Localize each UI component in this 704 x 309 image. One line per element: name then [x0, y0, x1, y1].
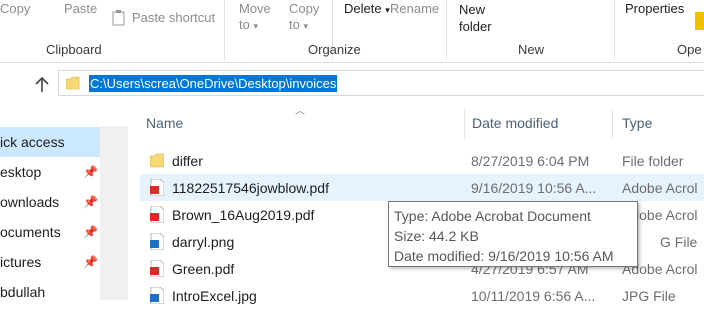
nav-item-documents[interactable]: ocuments 📌	[0, 217, 110, 247]
list-item[interactable]: differ 8/27/2019 6:04 PM File folder	[140, 147, 704, 174]
pdf-icon	[150, 206, 164, 223]
list-item[interactable]: 11822517546jowblow.pdf 9/16/2019 10:56 A…	[140, 174, 704, 201]
nav-item-label: ick access	[0, 134, 65, 150]
copy-to-label-2: to	[289, 17, 300, 32]
group-open: Ope	[677, 42, 702, 57]
ribbon: Copy Paste Paste shortcut Move to ▾ Copy…	[0, 0, 704, 63]
file-type: G File	[660, 234, 698, 250]
column-header-date-modified[interactable]: Date modified	[472, 105, 558, 141]
chevron-down-icon: ▾	[303, 21, 308, 31]
address-path[interactable]: C:\Users\screa\OneDrive\Desktop\invoices	[89, 75, 338, 92]
group-new: New	[518, 42, 545, 57]
file-tooltip: Type: Adobe Acrobat Document Size: 44.2 …	[388, 201, 638, 267]
file-type: Adobe Acrol	[622, 180, 698, 196]
new-folder-label-2: folder	[459, 19, 492, 34]
nav-item-label: esktop	[0, 164, 42, 180]
copy-to-label: Copy	[289, 1, 320, 16]
sort-ascending-icon: ︿	[295, 106, 305, 117]
new-folder-label: New	[459, 2, 486, 17]
paste-shortcut-button[interactable]: Paste shortcut	[112, 10, 216, 26]
column-header-label: Type	[622, 115, 653, 131]
divider	[446, 0, 447, 60]
file-name: differ	[172, 153, 203, 169]
image-icon	[150, 233, 164, 250]
file-name: Brown_16Aug2019.pdf	[172, 207, 315, 223]
nav-scrollbar[interactable]	[100, 126, 128, 300]
address-row: C:\Users\screa\OneDrive\Desktop\invoices	[0, 63, 704, 105]
new-folder-button[interactable]: New folder	[459, 1, 492, 35]
folder-icon	[150, 153, 164, 168]
nav-item-user[interactable]: bdullah	[0, 277, 110, 307]
rename-button[interactable]: Rename	[390, 1, 439, 16]
pin-icon: 📌	[83, 165, 98, 179]
nav-item-label: ownloads	[0, 194, 60, 210]
nav-item-label: ictures	[0, 254, 42, 270]
group-clipboard: Clipboard	[46, 42, 102, 57]
nav-item-label: bdullah	[0, 284, 46, 300]
move-to-label: Move	[239, 1, 271, 16]
rename-label: Rename	[390, 1, 440, 16]
file-name: IntroExcel.jpg	[172, 288, 257, 304]
nav-item-desktop[interactable]: esktop 📌	[0, 157, 110, 187]
open-icon	[695, 12, 704, 30]
nav-item-label: ocuments	[0, 224, 61, 240]
chevron-down-icon: ▾	[253, 21, 258, 31]
copy-to-button[interactable]: Copy to ▾	[289, 1, 319, 34]
properties-button[interactable]: Properties	[625, 1, 684, 16]
paste-shortcut-label: Paste shortcut	[132, 10, 216, 25]
folder-icon	[66, 76, 80, 90]
move-to-label-2: to	[239, 17, 250, 32]
pdf-icon	[150, 260, 164, 277]
file-name: Green.pdf	[172, 261, 235, 277]
delete-button[interactable]: Delete ▾	[344, 1, 390, 16]
paste-shortcut-icon	[112, 10, 125, 26]
copy-label: Copy	[0, 1, 31, 16]
file-name: 11822517546jowblow.pdf	[172, 180, 329, 196]
move-to-button[interactable]: Move to ▾	[239, 1, 271, 34]
pin-icon: 📌	[83, 225, 98, 239]
list-item[interactable]: IntroExcel.jpg 10/11/2019 6:56 A... JPG …	[140, 282, 704, 309]
file-date: 10/11/2019 6:56 A...	[471, 288, 596, 304]
column-header-label: Name	[146, 115, 184, 131]
column-divider[interactable]	[612, 109, 613, 139]
group-organize: Organize	[308, 42, 361, 57]
nav-item-downloads[interactable]: ownloads 📌	[0, 187, 110, 217]
column-header-name[interactable]: Name	[146, 105, 183, 141]
column-header-type[interactable]: Type	[622, 105, 652, 141]
address-bar[interactable]: C:\Users\screa\OneDrive\Desktop\invoices	[58, 70, 704, 96]
paste-button[interactable]: Paste	[64, 1, 97, 16]
file-date: 9/16/2019 10:56 A...	[471, 180, 597, 196]
tooltip-date: Date modified: 9/16/2019 10:56 AM	[394, 248, 614, 264]
nav-item-pictures[interactable]: ictures 📌	[0, 247, 110, 277]
pin-icon: 📌	[83, 255, 98, 269]
column-header-label: Date modified	[472, 115, 559, 131]
file-date: 8/27/2019 6:04 PM	[471, 153, 590, 169]
arrow-up-icon[interactable]	[35, 77, 49, 93]
tooltip-type: Type: Adobe Acrobat Document	[394, 208, 591, 224]
tooltip-size: Size: 44.2 KB	[394, 228, 479, 244]
image-icon	[150, 287, 164, 304]
file-type: JPG File	[622, 288, 676, 304]
properties-label: Properties	[625, 1, 685, 16]
paste-label: Paste	[64, 1, 98, 16]
copy-button[interactable]: Copy	[0, 1, 30, 16]
delete-label: Delete	[344, 1, 382, 16]
file-type: File folder	[622, 153, 684, 169]
divider	[614, 0, 615, 60]
pdf-icon	[150, 179, 164, 196]
column-divider[interactable]	[464, 109, 465, 139]
pin-icon: 📌	[83, 195, 98, 209]
divider	[224, 0, 225, 60]
file-name: darryl.png	[172, 234, 235, 250]
